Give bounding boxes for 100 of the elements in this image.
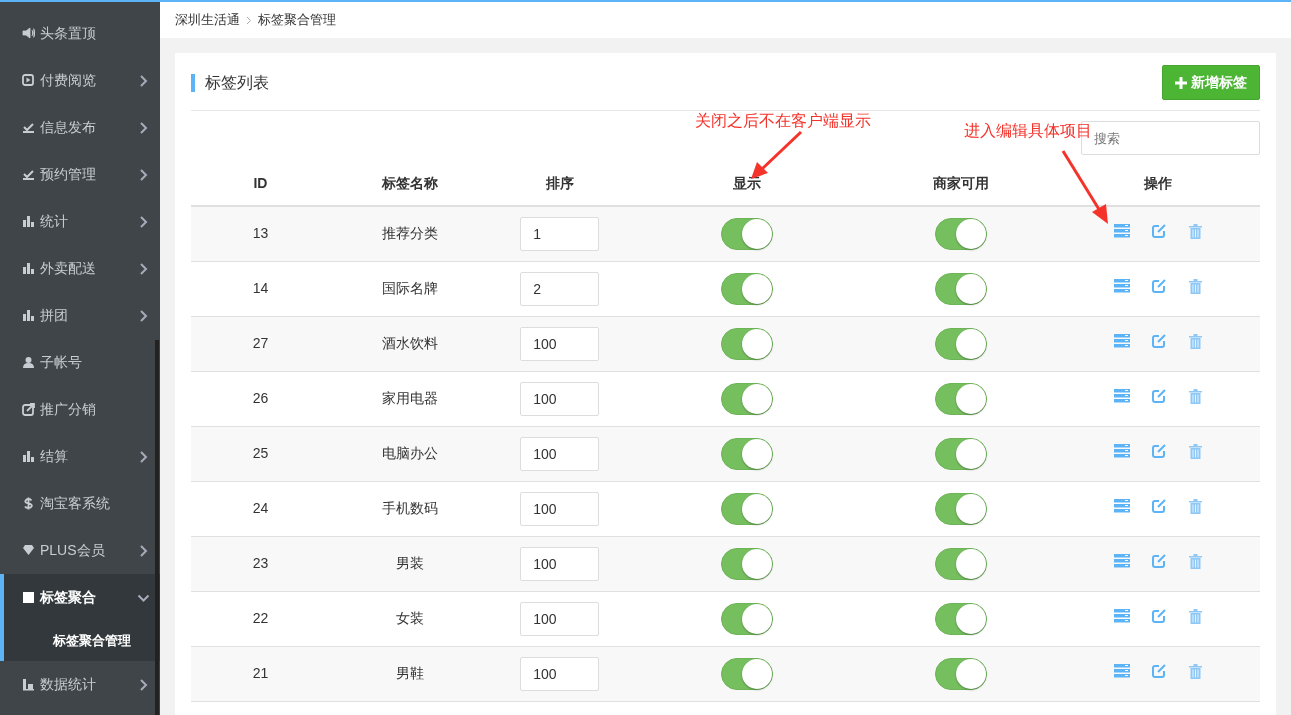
edit-icon[interactable] <box>1152 334 1168 348</box>
scrollbar[interactable] <box>155 340 159 715</box>
trash-icon[interactable] <box>1189 278 1203 294</box>
bar-chart-icon <box>22 262 35 275</box>
trash-icon[interactable] <box>1189 608 1203 624</box>
bar-chart-icon <box>22 450 35 463</box>
sidebar-item[interactable]: 淘宝客系统 <box>0 480 160 527</box>
trash-icon[interactable] <box>1189 443 1203 459</box>
toggle-switch[interactable] <box>934 602 987 635</box>
table-cell: 推荐分类 <box>329 206 491 261</box>
edit-icon[interactable] <box>1152 389 1168 403</box>
sidebar-item[interactable]: 标签聚合 <box>0 574 160 621</box>
sidebar-item[interactable]: 拼团 <box>0 292 160 339</box>
toggle-switch[interactable] <box>934 437 987 470</box>
sidebar-item[interactable]: 结算 <box>0 433 160 480</box>
list-icon[interactable] <box>1114 389 1131 403</box>
trash-icon[interactable] <box>1189 333 1203 349</box>
table-cell: 13 <box>191 206 330 261</box>
table-cell: 24 <box>191 481 330 536</box>
column-chart-icon <box>22 678 35 691</box>
panel-title: 标签列表 <box>191 73 269 92</box>
trash-icon[interactable] <box>1189 498 1203 514</box>
edit-icon[interactable] <box>1152 499 1168 513</box>
sort-order-field[interactable]: 1 <box>520 216 600 251</box>
table-cell: 酒水饮料 <box>329 316 491 371</box>
play-square-icon <box>22 74 35 87</box>
toggle-switch[interactable] <box>720 272 773 305</box>
toggle-switch[interactable] <box>720 547 773 580</box>
edit-icon[interactable] <box>1152 609 1168 623</box>
sidebar-item[interactable]: 推广分销 <box>0 386 160 433</box>
toggle-switch[interactable] <box>720 382 773 415</box>
speaker-icon <box>22 27 35 40</box>
list-icon[interactable] <box>1114 444 1131 458</box>
edit-icon[interactable] <box>1152 664 1168 678</box>
sort-order-field[interactable]: 100 <box>520 326 600 361</box>
sort-order-field[interactable]: 100 <box>520 601 600 636</box>
sidebar-item[interactable]: 头条置顶 <box>0 10 160 57</box>
table-cell: 21 <box>191 646 330 701</box>
toggle-switch[interactable] <box>720 657 773 690</box>
table-cell: 27 <box>191 316 330 371</box>
user-icon <box>22 356 35 369</box>
list-icon[interactable] <box>1114 499 1131 513</box>
toggle-switch[interactable] <box>934 382 987 415</box>
sidebar-item[interactable]: 信息发布 <box>0 104 160 151</box>
table-cell: 23 <box>191 536 330 591</box>
dollar-icon <box>22 497 35 510</box>
edit-icon[interactable] <box>1152 279 1168 293</box>
trash-icon[interactable] <box>1189 663 1203 679</box>
list-icon[interactable] <box>1114 224 1131 239</box>
edit-icon[interactable] <box>1152 224 1168 239</box>
trash-icon[interactable] <box>1189 553 1203 569</box>
toggle-switch[interactable] <box>934 272 987 305</box>
sidebar-item[interactable]: 预约管理 <box>0 151 160 198</box>
square-icon <box>22 591 35 604</box>
table-cell: 男装 <box>329 536 491 591</box>
sidebar-item[interactable]: 付费阅览 <box>0 57 160 104</box>
table-cell: 家用电器 <box>329 371 491 426</box>
list-icon[interactable] <box>1114 664 1131 678</box>
plus-icon <box>1175 76 1187 89</box>
toggle-switch[interactable] <box>720 327 773 360</box>
sidebar-item[interactable]: 子帐号 <box>0 339 160 386</box>
edit-icon[interactable] <box>1152 444 1168 458</box>
sort-order-field[interactable]: 100 <box>520 491 600 526</box>
toggle-switch[interactable] <box>720 602 773 635</box>
bar-chart-icon <box>22 215 35 228</box>
sort-order-field[interactable]: 100 <box>520 656 600 691</box>
table-cell: 女装 <box>329 591 491 646</box>
list-icon[interactable] <box>1114 554 1131 568</box>
breadcrumb-link[interactable]: 深圳生活通 <box>175 10 240 30</box>
sidebar-subitem[interactable]: 标签聚合管理 <box>0 621 160 661</box>
toggle-switch[interactable] <box>720 217 773 250</box>
table-cell: 22 <box>191 591 330 646</box>
trash-icon[interactable] <box>1189 388 1203 404</box>
check-tray-icon <box>22 168 35 181</box>
breadcrumb-current: 标签聚合管理 <box>258 11 336 30</box>
sidebar-item[interactable]: 统计 <box>0 198 160 245</box>
toggle-switch[interactable] <box>934 327 987 360</box>
toggle-switch[interactable] <box>934 492 987 525</box>
toggle-switch[interactable] <box>934 217 987 250</box>
table-cell: 25 <box>191 426 330 481</box>
sort-order-field[interactable]: 2 <box>520 271 600 306</box>
toggle-switch[interactable] <box>934 657 987 690</box>
sidebar-item[interactable]: PLUS会员 <box>0 527 160 574</box>
toggle-switch[interactable] <box>720 437 773 470</box>
trash-icon[interactable] <box>1189 223 1203 239</box>
diamond-icon <box>22 544 35 557</box>
table-cell: 国际名牌 <box>329 261 491 316</box>
list-icon[interactable] <box>1114 609 1131 623</box>
list-icon[interactable] <box>1114 279 1131 293</box>
toggle-switch[interactable] <box>720 492 773 525</box>
sort-order-field[interactable]: 100 <box>520 546 600 581</box>
sort-order-field[interactable]: 100 <box>520 381 600 416</box>
check-tray-icon <box>22 121 35 134</box>
share-square-icon <box>22 403 35 416</box>
toggle-switch[interactable] <box>934 547 987 580</box>
sidebar-item[interactable]: 外卖配送 <box>0 245 160 292</box>
edit-icon[interactable] <box>1152 554 1168 568</box>
list-icon[interactable] <box>1114 334 1131 348</box>
sidebar-item[interactable]: 数据统计 <box>0 661 160 708</box>
sort-order-field[interactable]: 100 <box>520 436 600 471</box>
